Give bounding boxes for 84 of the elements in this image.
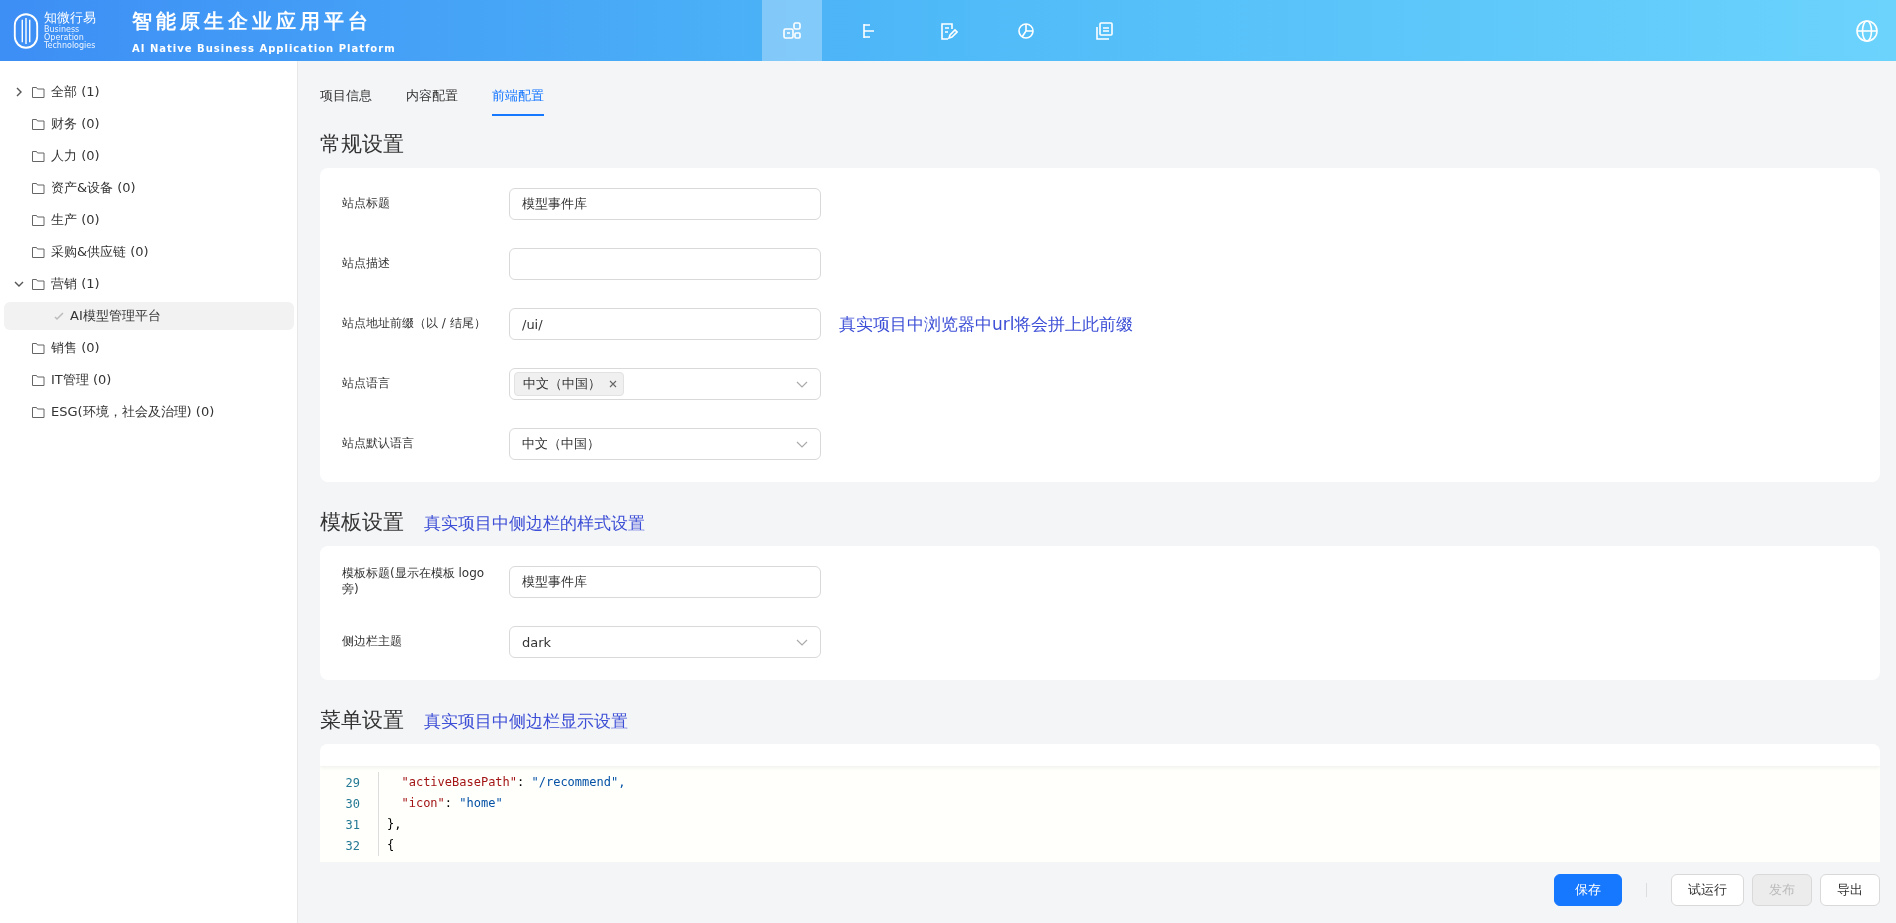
folder-icon: [32, 182, 45, 194]
section-hint: 真实项目中侧边栏的样式设置: [424, 512, 645, 535]
tree-item[interactable]: 营销 (1): [4, 270, 294, 298]
code-line: },: [378, 814, 402, 835]
field-label: 站点默认语言: [342, 436, 415, 452]
code-line: "icon": "home": [378, 793, 503, 814]
leaf-check-icon: [54, 311, 64, 321]
logo-tagline: Technologies: [44, 42, 96, 50]
folder-icon: [32, 342, 45, 354]
tree-item[interactable]: 全部 (1): [4, 78, 294, 106]
field-label: 站点描述: [342, 256, 391, 272]
tree-label: IT管理 (0): [51, 371, 112, 389]
code-line: "activeBasePath": "/recommend",: [378, 772, 626, 793]
tree-item[interactable]: AI模型管理平台: [4, 302, 294, 330]
text-field[interactable]: 模型事件库: [509, 188, 821, 220]
tree-item[interactable]: 采购&供应链 (0): [4, 238, 294, 266]
section-title: 常规设置: [320, 131, 404, 158]
tree-item[interactable]: 生产 (0): [4, 206, 294, 234]
select-field[interactable]: 中文（中国）: [509, 428, 821, 460]
tree-label: 人力 (0): [51, 147, 100, 165]
action-button[interactable]: 试运行: [1671, 874, 1744, 906]
folder-icon: [32, 246, 45, 258]
tree-label: 采购&供应链 (0): [51, 243, 149, 261]
stacked-pages-icon: [1093, 20, 1114, 41]
line-number: 32: [344, 838, 361, 853]
folder-icon: [32, 150, 45, 162]
tree-item[interactable]: 销售 (0): [4, 334, 294, 362]
select-field[interactable]: dark: [509, 626, 821, 658]
field-label: 站点地址前缀（以 / 结尾）: [342, 316, 487, 332]
tree-label: 财务 (0): [51, 115, 100, 133]
chevron-down-icon: [796, 638, 808, 646]
field-label: 模板标题(显示在模板 logo 旁): [342, 566, 486, 598]
pie-chart-icon: [1015, 20, 1036, 41]
tab[interactable]: 项目信息: [320, 81, 372, 116]
section-hint: 真实项目中侧边栏显示设置: [424, 710, 628, 733]
text-field[interactable]: /ui/: [509, 308, 821, 340]
line-number: 29: [344, 775, 361, 790]
tree-item[interactable]: 资产&设备 (0): [4, 174, 294, 202]
close-icon[interactable]: [609, 380, 617, 388]
field-label: 侧边栏主题: [342, 634, 403, 650]
language-globe-icon[interactable]: [1855, 18, 1879, 43]
logo-tagline: Operation: [44, 34, 84, 42]
tab[interactable]: 内容配置: [406, 81, 458, 116]
code-editor[interactable]: 29 "activeBasePath": "/recommend", 30 "icon": "home" 31 }, 32 {: [320, 744, 1880, 862]
language-tag[interactable]: 中文（中国）: [514, 372, 624, 396]
field-label: 站点语言: [342, 376, 391, 392]
field-hint: 真实项目中浏览器中url将会拼上此前缀: [839, 312, 1134, 336]
app-title: 智能原生企业应用平台: [132, 7, 373, 35]
nav-modules-button[interactable]: [761, 0, 822, 61]
logo-icon: [12, 11, 40, 50]
chevron-down-icon: [796, 440, 808, 448]
tree-label: 营销 (1): [51, 275, 100, 293]
code-line: {: [378, 835, 395, 856]
tab[interactable]: 前端配置: [492, 81, 544, 116]
section-title: 模板设置: [320, 509, 404, 536]
text-field[interactable]: 模型事件库: [509, 566, 821, 598]
tree-label: 销售 (0): [51, 339, 100, 357]
chevron-down-icon: [796, 380, 808, 388]
action-button[interactable]: 导出: [1820, 874, 1880, 906]
folder-icon: [32, 374, 45, 386]
tree-label: 资产&设备 (0): [51, 179, 136, 197]
line-number: 31: [344, 817, 361, 832]
modules-icon: [781, 20, 802, 41]
tree-item[interactable]: 财务 (0): [4, 110, 294, 138]
logo-name: 知微行易: [44, 11, 96, 24]
field-label: 站点标题: [342, 196, 391, 212]
logo-tagline: Business: [44, 26, 80, 34]
app-subtitle: AI Native Business Application Platform: [132, 42, 396, 54]
action-button[interactable]: 保存: [1554, 874, 1622, 906]
section-title: 菜单设置: [320, 707, 404, 734]
folder-icon: [32, 406, 45, 418]
tree-label: 全部 (1): [51, 83, 100, 101]
tree-item[interactable]: 人力 (0): [4, 142, 294, 170]
tree-label: 生产 (0): [51, 211, 100, 229]
folder-icon: [32, 278, 45, 290]
tree-item[interactable]: ESG(环境，社会及治理) (0): [4, 398, 294, 426]
folder-icon: [32, 214, 45, 226]
folder-icon: [32, 118, 45, 130]
tree-label: ESG(环境，社会及治理) (0): [51, 403, 215, 421]
tree-item[interactable]: IT管理 (0): [4, 366, 294, 394]
multi-select-field[interactable]: 中文（中国）: [509, 368, 821, 400]
tree-label: AI模型管理平台: [70, 307, 161, 325]
folder-icon: [32, 86, 45, 98]
line-number: 30: [344, 796, 361, 811]
